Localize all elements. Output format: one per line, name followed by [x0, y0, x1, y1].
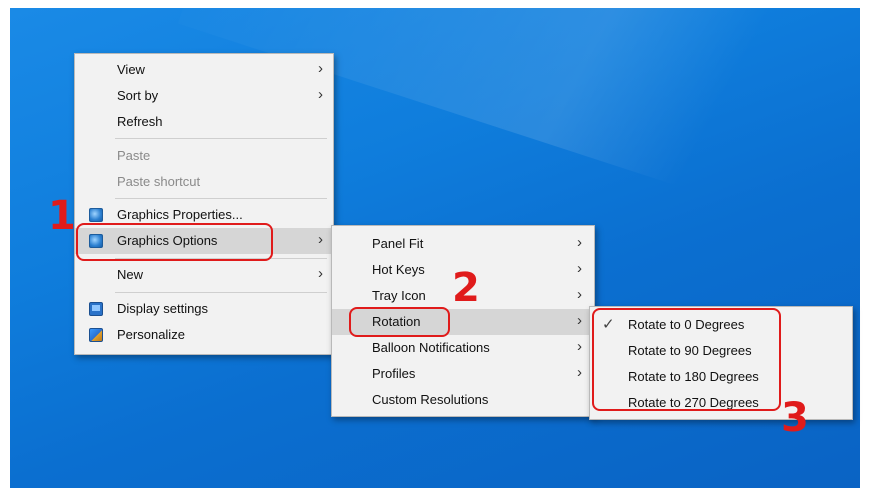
chevron-right-icon: ›	[318, 60, 323, 77]
chevron-right-icon: ›	[318, 265, 323, 282]
menu-item-label: Balloon Notifications	[372, 340, 490, 355]
menu-item-label: Graphics Properties...	[117, 207, 243, 222]
menu-item-paste: Paste	[75, 143, 333, 169]
menu-item-label: Profiles	[372, 366, 416, 381]
menu-item-display-settings[interactable]: Display settings	[75, 296, 333, 322]
chevron-right-icon: ›	[577, 338, 582, 355]
menu-item-view[interactable]: View ›	[75, 57, 333, 83]
step-number-1: 1	[48, 193, 76, 239]
menu-item-profiles[interactable]: Profiles ›	[332, 361, 594, 387]
desktop-context-menu: View › Sort by › Refresh Paste Paste sho…	[74, 53, 334, 355]
menu-item-label: Custom Resolutions	[372, 392, 489, 407]
menu-item-personalize[interactable]: Personalize	[75, 322, 333, 348]
menu-item-custom-resolutions[interactable]: Custom Resolutions	[332, 387, 594, 413]
menu-separator	[115, 292, 327, 293]
menu-item-refresh[interactable]: Refresh	[75, 109, 333, 135]
menu-item-label: Personalize	[117, 327, 185, 342]
menu-item-label: New	[117, 267, 144, 282]
menu-item-sort-by[interactable]: Sort by ›	[75, 83, 333, 109]
highlight-box-rotation-options	[592, 308, 781, 411]
menu-item-balloon-notifications[interactable]: Balloon Notifications ›	[332, 335, 594, 361]
highlight-box-graphics-options	[76, 223, 273, 261]
menu-item-label: Panel Fit	[372, 236, 424, 251]
chevron-right-icon: ›	[318, 231, 323, 248]
menu-item-label: View	[117, 62, 145, 77]
menu-item-paste-shortcut: Paste shortcut	[75, 169, 333, 195]
display-icon	[89, 302, 103, 316]
step-number-3: 3	[781, 395, 809, 441]
chevron-right-icon: ›	[577, 234, 582, 251]
menu-item-label: Display settings	[117, 301, 209, 316]
menu-item-panel-fit[interactable]: Panel Fit ›	[332, 231, 594, 257]
chevron-right-icon: ›	[577, 286, 582, 303]
menu-item-label: Hot Keys	[372, 262, 425, 277]
menu-item-label: Sort by	[117, 88, 159, 103]
chevron-right-icon: ›	[318, 86, 323, 103]
chevron-right-icon: ›	[577, 364, 582, 381]
chevron-right-icon: ›	[577, 260, 582, 277]
graphics-icon	[89, 208, 103, 222]
menu-item-label: Paste	[117, 148, 151, 163]
menu-separator	[115, 138, 327, 139]
menu-item-label: Refresh	[117, 114, 163, 129]
personalize-icon	[89, 328, 103, 342]
menu-item-label: Paste shortcut	[117, 174, 201, 189]
highlight-box-rotation	[349, 307, 450, 337]
menu-item-label: Tray Icon	[372, 288, 426, 303]
step-number-2: 2	[452, 265, 480, 311]
chevron-right-icon: ›	[577, 312, 582, 329]
menu-item-new[interactable]: New ›	[75, 262, 333, 288]
menu-separator	[115, 198, 327, 199]
